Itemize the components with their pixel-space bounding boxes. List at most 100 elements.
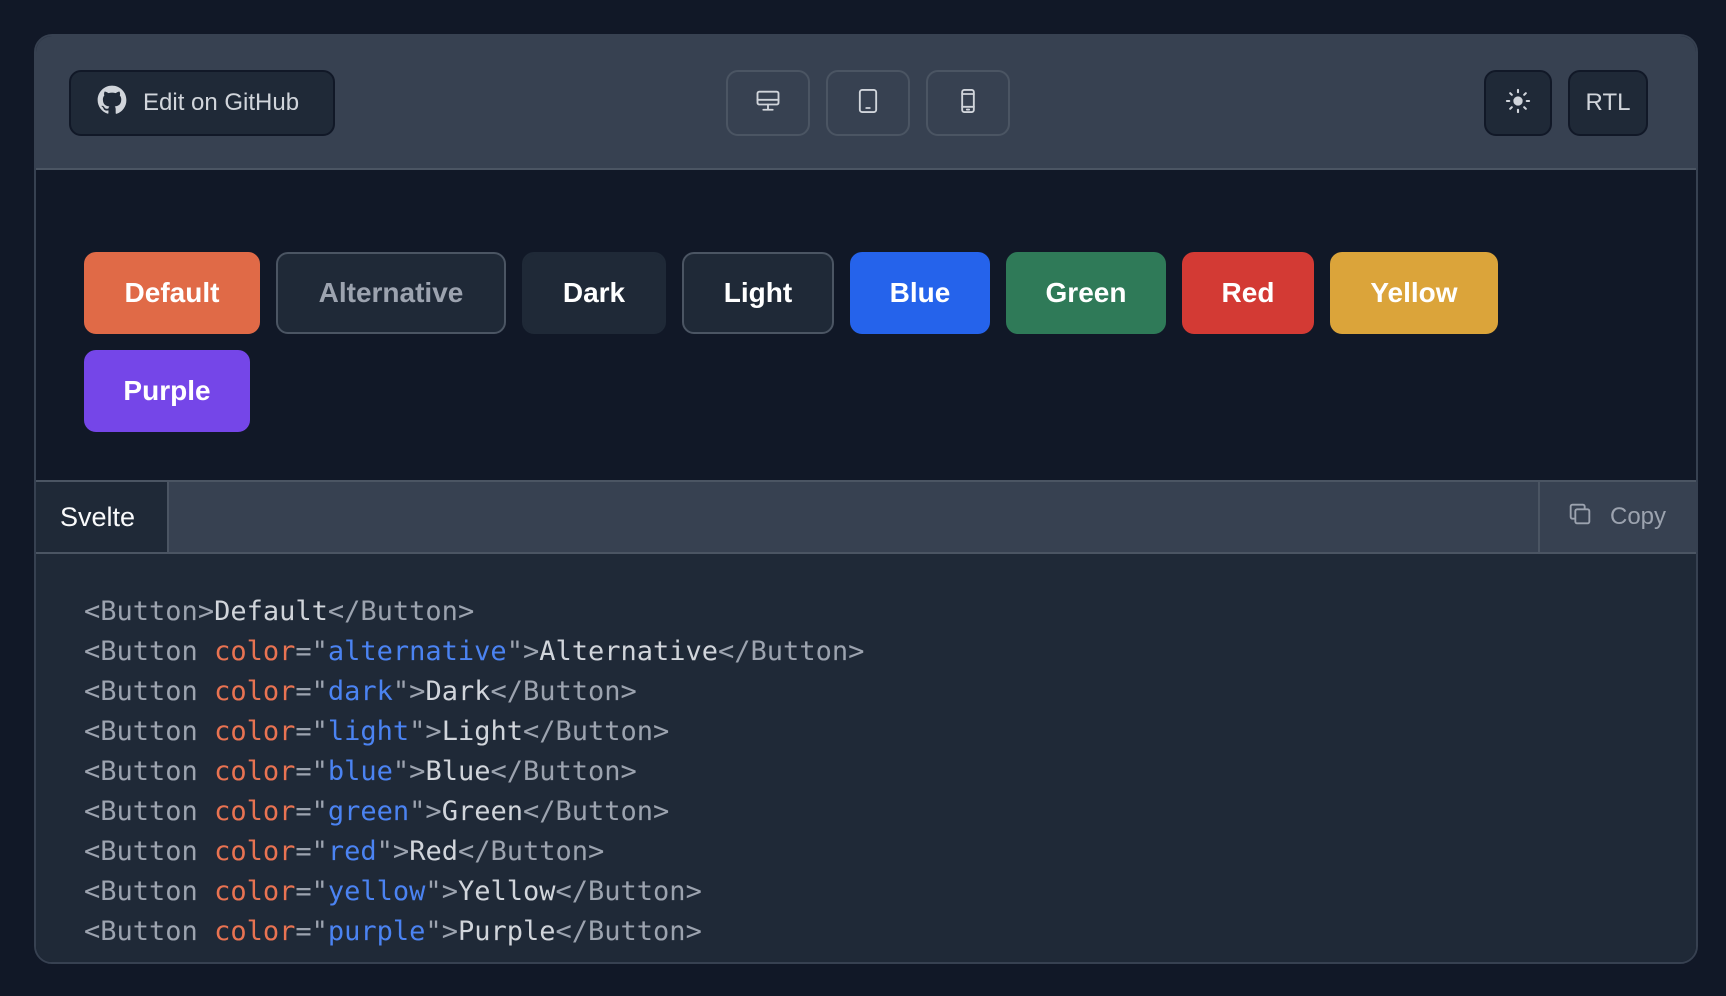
rtl-toggle-button[interactable]: RTL	[1568, 70, 1648, 136]
code-attribute: color	[214, 836, 296, 867]
code-punctuation: >	[653, 796, 670, 827]
code-text: Yellow	[457, 876, 556, 907]
code-tag-name: Button	[588, 876, 686, 907]
code-punctuation: <	[84, 796, 101, 827]
code-line: <Button>Default</Button>	[84, 592, 1696, 632]
code-punctuation: "	[409, 796, 426, 827]
code-punctuation: ="	[295, 716, 328, 747]
code-punctuation: >	[685, 876, 702, 907]
code-attribute: color	[214, 636, 296, 667]
code-attribute-value: red	[327, 836, 377, 867]
component-example-frame: Edit on GitHub RTL Default Alternative D…	[34, 34, 1698, 964]
mobile-view-button[interactable]	[926, 70, 1010, 136]
code-punctuation: >	[588, 836, 605, 867]
red-button[interactable]: Red	[1182, 252, 1314, 334]
code-tag-name: Button	[100, 716, 198, 747]
code-punctuation: "	[425, 876, 442, 907]
tab-svelte[interactable]: Svelte	[36, 482, 169, 552]
code-text: Blue	[425, 756, 491, 787]
code-attribute-value: dark	[327, 676, 393, 707]
code-line: <Button color="dark">Dark</Button>	[84, 672, 1696, 712]
code-punctuation: </	[457, 836, 491, 867]
code-punctuation: </	[718, 636, 751, 667]
dark-button[interactable]: Dark	[522, 252, 666, 334]
code-text: Red	[409, 836, 458, 867]
code-punctuation: </	[522, 716, 556, 747]
code-punctuation: >	[409, 756, 426, 787]
code-tag-name: Button	[100, 796, 198, 827]
code-punctuation: <	[84, 756, 101, 787]
green-button[interactable]: Green	[1006, 252, 1166, 334]
light-button[interactable]: Light	[682, 252, 834, 334]
code-punctuation: >	[620, 676, 637, 707]
edit-on-github-button[interactable]: Edit on GitHub	[69, 70, 335, 136]
code-tag-name: Button	[555, 796, 654, 827]
code-punctuation: <	[84, 836, 101, 867]
code-punctuation: </	[555, 876, 589, 907]
code-tag-name: Button	[100, 756, 198, 787]
code-punctuation: >	[441, 876, 458, 907]
code-text: Dark	[425, 676, 491, 707]
code-punctuation: ="	[295, 836, 328, 867]
desktop-view-button[interactable]	[726, 70, 810, 136]
code-attribute-value: yellow	[327, 876, 426, 907]
edit-on-github-label: Edit on GitHub	[143, 89, 300, 116]
code-attribute: color	[214, 796, 296, 827]
code-attribute: color	[214, 916, 296, 947]
code-tag-name: Button	[100, 916, 198, 947]
code-punctuation: </	[490, 676, 523, 707]
code-panel-header: Svelte Copy	[36, 482, 1696, 554]
tablet-icon	[854, 87, 882, 120]
default-button[interactable]: Default	[84, 252, 260, 334]
code-punctuation: ="	[295, 876, 328, 907]
code-attribute: color	[214, 756, 296, 787]
example-toolbar: Edit on GitHub RTL	[36, 36, 1696, 170]
code-tag-name: Button	[555, 716, 654, 747]
code-line: <Button color="alternative">Alternative<…	[84, 632, 1696, 672]
code-punctuation: <	[84, 716, 101, 747]
code-punctuation: >	[409, 676, 426, 707]
code-attribute: color	[214, 876, 296, 907]
code-tag-name: Button	[360, 596, 458, 627]
code-punctuation: "	[392, 756, 410, 787]
code-punctuation: ="	[295, 636, 328, 667]
code-tag-name: Button	[100, 836, 198, 867]
copy-button[interactable]: Copy	[1538, 482, 1696, 552]
code-punctuation: >	[392, 836, 410, 867]
code-punctuation: "	[376, 836, 393, 867]
code-punctuation: >	[653, 716, 670, 747]
code-attribute: color	[214, 716, 296, 747]
code-attribute-value: alternative	[327, 636, 507, 667]
desktop-icon	[754, 87, 782, 120]
code-punctuation: "	[392, 676, 410, 707]
code-line: <Button color="green">Green</Button>	[84, 792, 1696, 832]
sun-icon	[1504, 87, 1532, 120]
code-line: <Button color="yellow">Yellow</Button>	[84, 872, 1696, 912]
code-punctuation: <	[84, 876, 101, 907]
copy-label: Copy	[1610, 503, 1667, 530]
code-tag-name: Button	[750, 636, 849, 667]
code-punctuation: >	[457, 596, 475, 627]
code-punctuation: "	[409, 716, 426, 747]
purple-button[interactable]: Purple	[84, 350, 250, 432]
code-tag-name: Button	[490, 836, 589, 867]
code-punctuation: ="	[295, 916, 328, 947]
code-punctuation: <	[84, 676, 101, 707]
code-attribute: color	[214, 676, 296, 707]
code-punctuation: </	[490, 756, 523, 787]
alternative-button[interactable]: Alternative	[276, 252, 506, 334]
code-tag-name: Button	[100, 676, 198, 707]
code-attribute-value: blue	[327, 756, 393, 787]
theme-toggle-button[interactable]	[1484, 70, 1552, 136]
tablet-view-button[interactable]	[826, 70, 910, 136]
code-line: <Button color="red">Red</Button>	[84, 832, 1696, 872]
code-punctuation: "	[425, 916, 442, 947]
code-punctuation: >	[522, 636, 540, 667]
blue-button[interactable]: Blue	[850, 252, 990, 334]
yellow-button[interactable]: Yellow	[1330, 252, 1498, 334]
code-tag-name: Button	[588, 916, 686, 947]
